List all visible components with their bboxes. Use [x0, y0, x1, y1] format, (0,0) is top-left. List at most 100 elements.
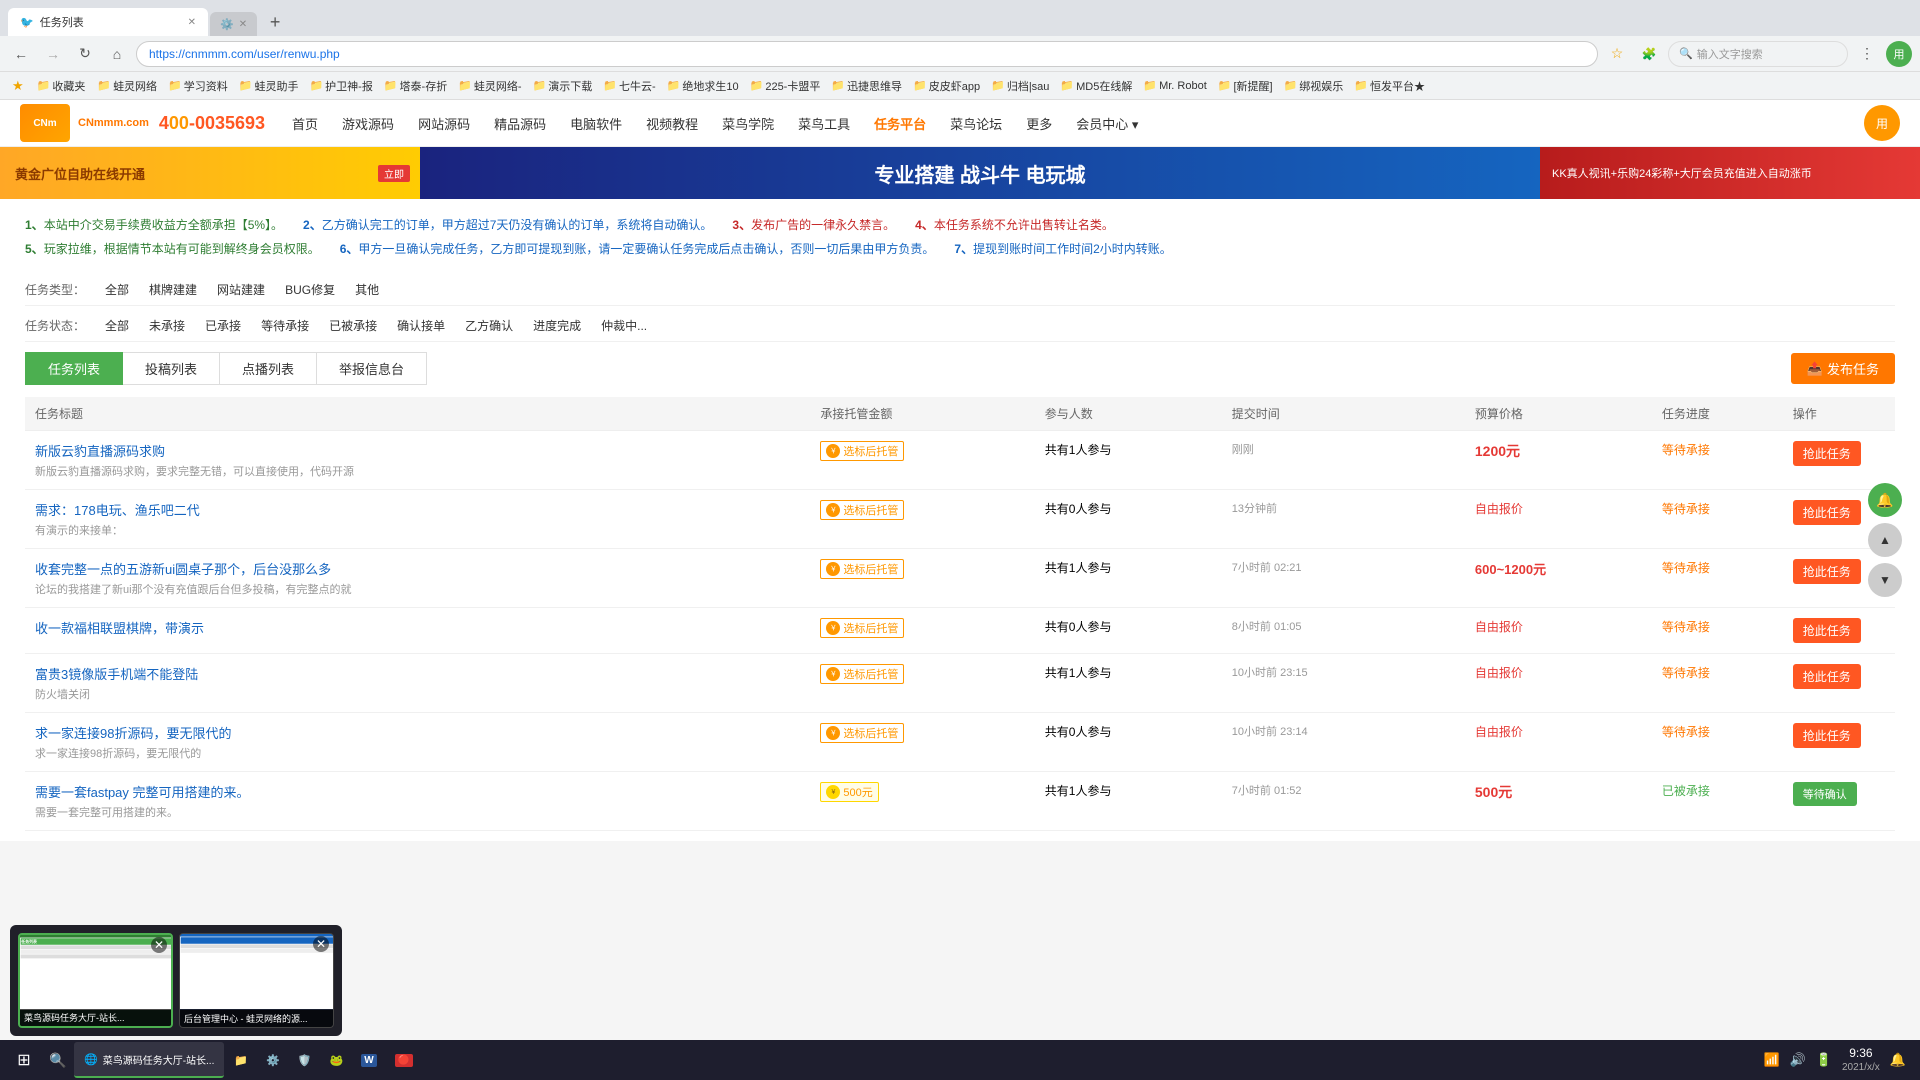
grab-task-button[interactable]: 抢此任务: [1793, 559, 1861, 584]
home-button[interactable]: ⌂: [104, 41, 130, 67]
preview-close-1[interactable]: ✕: [151, 937, 167, 953]
bookmark-xinti[interactable]: 📁 [新提醒]: [1213, 76, 1278, 96]
grab-task-button[interactable]: 抢此任务: [1793, 723, 1861, 748]
preview-thumb-2[interactable]: ✕ 后台管理中心 - 蛙灵网络的源...: [179, 933, 334, 1028]
browser-tab-active[interactable]: 🐦 任务列表 ✕: [8, 8, 208, 36]
bookmark-huweishen[interactable]: 📁 护卫神-报: [304, 76, 377, 96]
bookmark-folder[interactable]: 📁 收藏夹: [31, 76, 92, 96]
taskbar-app-word[interactable]: W: [353, 1042, 384, 1078]
task-title-link[interactable]: 求一家连接98折源码，要无限代的: [35, 723, 800, 742]
taskbar-app-settings[interactable]: ⚙️: [258, 1042, 288, 1078]
bookmark-qiniu[interactable]: 📁 七牛云-: [598, 76, 660, 96]
new-tab-button[interactable]: +: [261, 8, 289, 36]
bookmark-walingzhu[interactable]: 📁 蛙灵助手: [234, 76, 304, 96]
filter-status-taken[interactable]: 已被承接: [319, 315, 387, 336]
start-button[interactable]: ⊞: [6, 1042, 42, 1078]
nav-tools[interactable]: 菜鸟工具: [786, 109, 862, 138]
back-button[interactable]: ←: [8, 41, 34, 67]
taskbar-app-browser[interactable]: 🌐 菜鸟源码任务大厅-站长...: [74, 1042, 224, 1078]
tab-report[interactable]: 举报信息台: [317, 352, 427, 385]
grab-task-button[interactable]: 抢此任务: [1793, 618, 1861, 643]
wait-confirm-button[interactable]: 等待确认: [1793, 782, 1857, 806]
bookmark-tatai[interactable]: 📁 塔泰-存折: [379, 76, 452, 96]
nav-member[interactable]: 会员中心 ▾: [1064, 109, 1150, 138]
bookmark-mrrobot[interactable]: 📁 Mr. Robot: [1138, 77, 1211, 94]
filter-status-arbitrate[interactable]: 仲裁中...: [591, 315, 657, 336]
taskbar-battery-icon[interactable]: 🔋: [1816, 1052, 1832, 1068]
bookmark-waling2[interactable]: 📁 蛙灵网络-: [453, 76, 526, 96]
taskbar-app-shield[interactable]: 🛡️: [290, 1042, 320, 1078]
grab-task-button[interactable]: 抢此任务: [1793, 500, 1861, 525]
filter-type-wangzhan[interactable]: 网站建建: [207, 279, 275, 300]
taskbar-app-wasp[interactable]: 🐸: [321, 1042, 351, 1078]
filter-status-yi[interactable]: 已承接: [195, 315, 251, 336]
preview-close-2[interactable]: ✕: [313, 936, 329, 952]
nav-game[interactable]: 游戏源码: [330, 109, 406, 138]
forward-button[interactable]: →: [40, 41, 66, 67]
task-title-link[interactable]: 富贵3镜像版手机端不能登陆: [35, 664, 800, 683]
nav-more[interactable]: 更多: [1014, 109, 1064, 138]
scroll-up-button[interactable]: ▲: [1868, 523, 1902, 557]
filter-status-wait[interactable]: 等待承接: [251, 315, 319, 336]
taskbar-app-folder[interactable]: 📁: [226, 1042, 256, 1078]
tab-playlist[interactable]: 点播列表: [220, 352, 317, 385]
filter-status-progress[interactable]: 进度完成: [523, 315, 591, 336]
bookmark-xunjie[interactable]: 📁 迅捷思维导: [826, 76, 907, 96]
filter-type-all[interactable]: 全部: [95, 279, 139, 300]
filter-status-wai[interactable]: 未承接: [139, 315, 195, 336]
nav-home[interactable]: 首页: [280, 109, 330, 138]
preview-thumb-1[interactable]: 任务列表 ✕ 菜鸟源码任务大厅-站长...: [18, 933, 173, 1028]
nav-tasks[interactable]: 任务平台: [862, 109, 938, 138]
task-title-link[interactable]: 收一款福相联盟棋牌，带演示: [35, 618, 800, 637]
tab-close-active[interactable]: ✕: [188, 17, 196, 28]
profile-button[interactable]: 用: [1886, 41, 1912, 67]
filter-status-yifang[interactable]: 乙方确认: [455, 315, 523, 336]
bookmark-hengfa[interactable]: 📁 恒发平台★: [1349, 76, 1430, 96]
bookmark-md5[interactable]: 📁 MD5在线解: [1055, 76, 1137, 96]
browser-search-box[interactable]: 🔍 输入文字搜索: [1668, 41, 1848, 67]
filter-type-other[interactable]: 其他: [345, 279, 389, 300]
reload-button[interactable]: ↻: [72, 41, 98, 67]
taskbar-volume-icon[interactable]: 🔊: [1790, 1052, 1806, 1068]
filter-type-bug[interactable]: BUG修复: [275, 279, 345, 300]
bookmark-225[interactable]: 📁 225-卡盟平: [745, 76, 826, 96]
bookmark-bingshi[interactable]: 📁 绑视娱乐: [1279, 76, 1349, 96]
nav-video[interactable]: 视频教程: [634, 109, 710, 138]
nav-software[interactable]: 电脑软件: [558, 109, 634, 138]
task-title-link[interactable]: 新版云豹直播源码求购: [35, 441, 800, 460]
browser-tab-inactive[interactable]: ⚙️ ✕: [210, 12, 257, 36]
bookmark-walingwangluo[interactable]: 📁 蛙灵网络: [92, 76, 162, 96]
publish-task-button[interactable]: 📤 发布任务: [1791, 353, 1895, 384]
bookmark-pipixia[interactable]: 📁 皮皮虾app: [908, 76, 985, 96]
nav-premium[interactable]: 精品源码: [482, 109, 558, 138]
menu-button[interactable]: ⋮: [1854, 41, 1880, 67]
task-title-link[interactable]: 需求：178电玩、渔乐吧二代: [35, 500, 800, 519]
tab-bidlist[interactable]: 投稿列表: [123, 352, 220, 385]
bookmark-star[interactable]: ★: [6, 76, 30, 96]
nav-school[interactable]: 菜鸟学院: [710, 109, 786, 138]
bookmark-juedi[interactable]: 📁 绝地求生10: [662, 76, 744, 96]
filter-status-all[interactable]: 全部: [95, 315, 139, 336]
bookmark-sau[interactable]: 📁 归档|sau: [986, 76, 1054, 96]
taskbar-datetime[interactable]: 9:36 2021/x/x: [1842, 1045, 1880, 1076]
grab-task-button[interactable]: 抢此任务: [1793, 441, 1861, 466]
task-title-link[interactable]: 收套完整一点的五游新ui圆桌子那个，后台没那么多: [35, 559, 800, 578]
taskbar-app-red[interactable]: 🔴: [387, 1042, 421, 1078]
nav-website[interactable]: 网站源码: [406, 109, 482, 138]
bookmark-xuexi[interactable]: 📁 学习资料: [163, 76, 233, 96]
tab-close-inactive[interactable]: ✕: [239, 19, 247, 30]
star-button[interactable]: ☆: [1604, 41, 1630, 67]
taskbar-notification[interactable]: 🔔: [1890, 1052, 1906, 1068]
tab-tasklist[interactable]: 任务列表: [25, 352, 123, 385]
nav-forum[interactable]: 菜鸟论坛: [938, 109, 1014, 138]
taskbar-search[interactable]: 🔍: [44, 1046, 72, 1074]
extensions-button[interactable]: 🧩: [1636, 41, 1662, 67]
task-title-link[interactable]: 需要一套fastpay 完整可用搭建的来。: [35, 782, 800, 801]
user-avatar[interactable]: 用: [1864, 105, 1900, 141]
notification-button[interactable]: 🔔: [1868, 483, 1902, 517]
address-bar[interactable]: https://cnmmm.com/user/renwu.php: [136, 41, 1598, 67]
filter-type-qipai[interactable]: 棋牌建建: [139, 279, 207, 300]
bookmark-yanshi[interactable]: 📁 演示下载: [528, 76, 598, 96]
grab-task-button[interactable]: 抢此任务: [1793, 664, 1861, 689]
taskbar-network-icon[interactable]: 📶: [1763, 1052, 1779, 1068]
